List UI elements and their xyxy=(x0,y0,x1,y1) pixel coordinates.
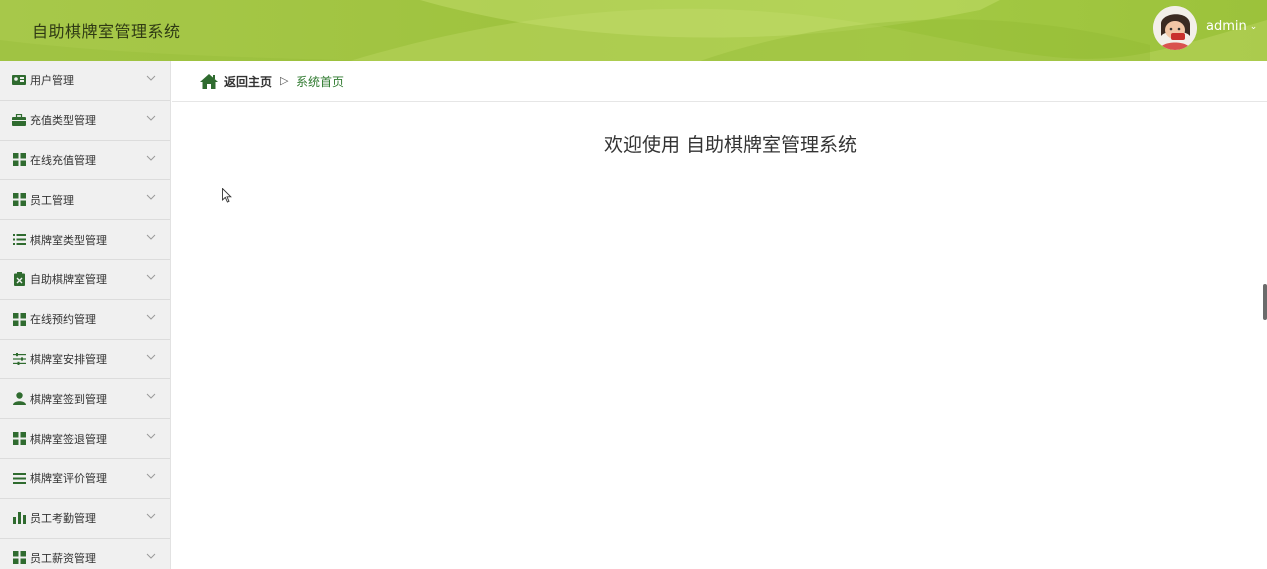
list-lines-icon xyxy=(12,471,26,485)
sidebar-item-room-review[interactable]: 棋牌室评价管理 xyxy=(0,459,170,499)
grid-icon xyxy=(12,153,26,167)
username: admin xyxy=(1206,19,1247,34)
chevron-down-icon xyxy=(146,394,156,400)
sidebar-item-user-management[interactable]: 用户管理 xyxy=(0,61,170,101)
sidebar-item-label: 棋牌室签到管理 xyxy=(30,392,107,406)
clipboard-x-icon xyxy=(12,272,26,287)
chevron-down-icon xyxy=(146,513,156,519)
user-menu[interactable]: admin ⌄ xyxy=(1206,19,1257,34)
id-card-icon xyxy=(12,73,26,87)
grid-icon xyxy=(12,551,26,565)
sidebar: 用户管理 充值类型管理 在线充值管理 员工管理 棋牌室类型管理 自助棋牌室管理 xyxy=(0,61,171,569)
chevron-down-icon xyxy=(146,155,156,161)
grid-icon xyxy=(12,193,26,207)
breadcrumb: 返回主页 ▷ 系统首页 xyxy=(172,61,1267,102)
chevron-down-icon xyxy=(146,195,156,201)
breadcrumb-home-link[interactable]: 返回主页 xyxy=(200,73,272,90)
breadcrumb-home-label: 返回主页 xyxy=(224,75,273,89)
sidebar-item-recharge-type[interactable]: 充值类型管理 xyxy=(0,101,170,141)
sidebar-item-room-schedule[interactable]: 棋牌室安排管理 xyxy=(0,340,170,380)
mouse-cursor-icon xyxy=(222,188,232,203)
sidebar-item-room-management[interactable]: 自助棋牌室管理 xyxy=(0,260,170,300)
sidebar-item-label: 用户管理 xyxy=(30,74,74,88)
app-title: 自助棋牌室管理系统 xyxy=(32,22,181,41)
scrollbar-handle[interactable] xyxy=(1263,284,1267,320)
sidebar-item-online-booking[interactable]: 在线预约管理 xyxy=(0,300,170,340)
header-wave-decoration xyxy=(0,0,1267,61)
avatar[interactable] xyxy=(1153,6,1197,50)
sidebar-item-room-type[interactable]: 棋牌室类型管理 xyxy=(0,220,170,260)
grid-icon xyxy=(12,312,26,326)
sidebar-item-staff-attendance[interactable]: 员工考勤管理 xyxy=(0,499,170,539)
sidebar-item-label: 在线充值管理 xyxy=(30,153,96,167)
sidebar-item-label: 员工薪资管理 xyxy=(30,551,96,565)
bar-chart-icon xyxy=(12,511,26,525)
user-icon xyxy=(12,392,26,406)
avatar-image-icon xyxy=(1153,6,1197,50)
sidebar-item-label: 员工管理 xyxy=(30,193,74,207)
grid-icon xyxy=(12,432,26,446)
chevron-down-icon xyxy=(146,115,156,121)
sidebar-item-label: 充值类型管理 xyxy=(30,114,96,128)
sidebar-item-label: 员工考勤管理 xyxy=(30,512,96,526)
chevron-down-icon xyxy=(146,433,156,439)
chevron-down-icon xyxy=(146,274,156,280)
sidebar-item-online-recharge[interactable]: 在线充值管理 xyxy=(0,141,170,181)
home-icon xyxy=(200,74,218,89)
sidebar-item-label: 棋牌室评价管理 xyxy=(30,472,107,486)
chevron-down-icon xyxy=(146,553,156,559)
sidebar-item-room-checkout[interactable]: 棋牌室签退管理 xyxy=(0,419,170,459)
sidebar-item-label: 棋牌室类型管理 xyxy=(30,233,107,247)
chevron-down-icon xyxy=(146,234,156,240)
chevron-down-icon xyxy=(146,75,156,81)
chevron-down-icon xyxy=(146,314,156,320)
briefcase-icon xyxy=(12,113,26,127)
sliders-icon xyxy=(12,352,26,366)
breadcrumb-separator-icon: ▷ xyxy=(280,74,289,87)
welcome-heading: 欢迎使用 自助棋牌室管理系统 xyxy=(603,134,858,156)
sidebar-item-label: 在线预约管理 xyxy=(30,313,96,327)
chevron-down-icon xyxy=(146,354,156,360)
list-icon xyxy=(12,233,26,247)
sidebar-item-label: 棋牌室安排管理 xyxy=(30,352,107,366)
sidebar-item-label: 棋牌室签退管理 xyxy=(30,432,107,446)
top-header: 自助棋牌室管理系统 admin ⌄ xyxy=(0,0,1267,61)
breadcrumb-current[interactable]: 系统首页 xyxy=(296,73,344,90)
sidebar-item-staff-salary[interactable]: 员工薪资管理 xyxy=(0,539,170,569)
sidebar-item-label: 自助棋牌室管理 xyxy=(30,273,107,287)
sidebar-item-room-checkin[interactable]: 棋牌室签到管理 xyxy=(0,379,170,420)
sidebar-item-staff-management[interactable]: 员工管理 xyxy=(0,180,170,221)
chevron-down-icon xyxy=(146,473,156,479)
chevron-down-icon: ⌄ xyxy=(1249,21,1258,32)
